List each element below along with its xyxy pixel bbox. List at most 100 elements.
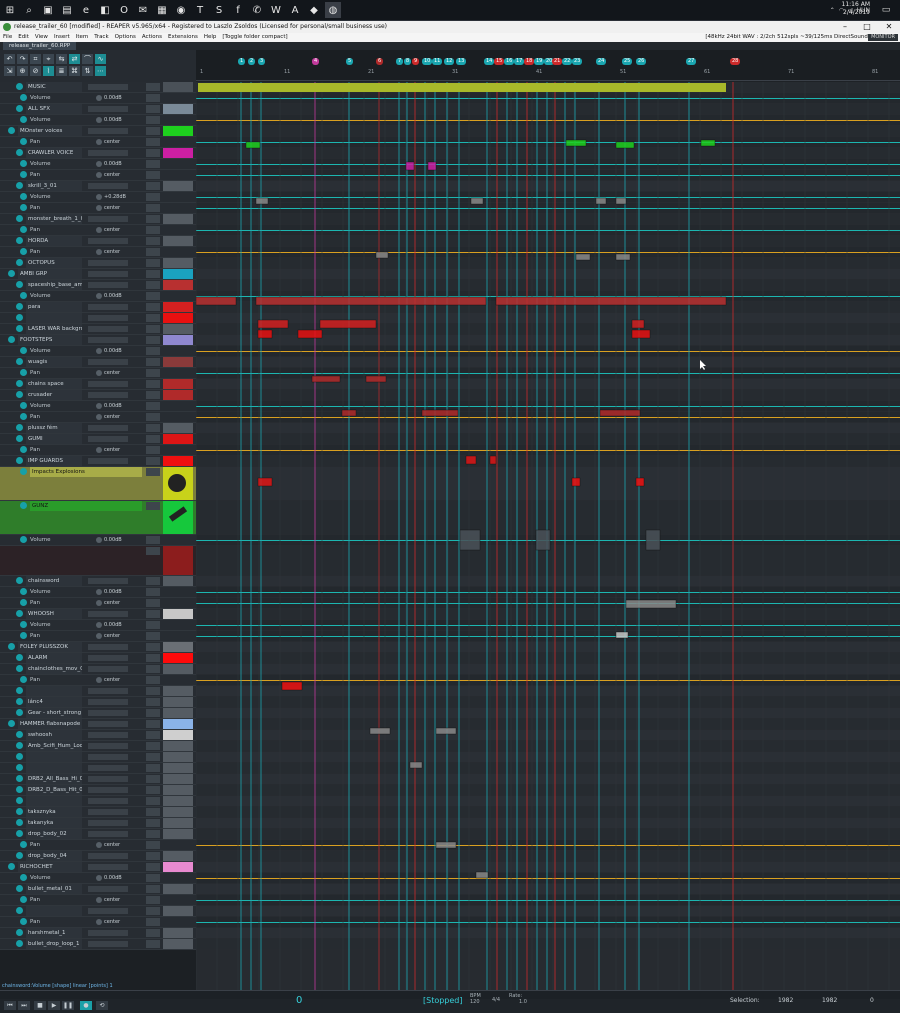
volume-fader[interactable]: [88, 359, 128, 365]
envelope-lane[interactable]: Pan center: [0, 247, 196, 258]
file-explorer-icon[interactable]: ▤: [59, 2, 75, 18]
media-item[interactable]: [625, 599, 677, 609]
track-lane[interactable]: [196, 642, 900, 652]
envelope-value[interactable]: center: [104, 170, 126, 180]
mute-solo-buttons[interactable]: [146, 259, 160, 267]
mute-solo-buttons[interactable]: [146, 94, 160, 102]
track-name[interactable]: chains space: [26, 379, 82, 389]
teams-icon[interactable]: T: [192, 2, 208, 18]
track-color-swatch[interactable]: [163, 774, 193, 784]
record-arm-icon[interactable]: [16, 797, 23, 804]
menu-item[interactable]: Actions: [139, 33, 165, 42]
menu-item[interactable]: File: [0, 33, 15, 42]
volume-fader[interactable]: [88, 150, 128, 156]
track-lane[interactable]: [196, 501, 900, 534]
volume-fader[interactable]: [88, 743, 128, 749]
mute-solo-buttons[interactable]: [146, 830, 160, 838]
track-row[interactable]: FOLEY PLUSSZOK: [0, 642, 196, 653]
track-color-swatch[interactable]: [163, 379, 193, 389]
timeline-ruler[interactable]: 1 2 3 4 5 6 7 8 9 10 11 12 13 14 15 16 17 18 19 20 21 22 23 24 2…: [196, 50, 900, 81]
audio-device-status[interactable]: [48kHz 24bit WAV : 2/2ch 512spls ~39/125…: [705, 33, 870, 42]
mute-solo-buttons[interactable]: [146, 621, 160, 629]
notification-icon[interactable]: ▭: [872, 0, 900, 20]
track-color-swatch[interactable]: [163, 467, 193, 500]
menu-item[interactable]: Item: [73, 33, 92, 42]
track-row[interactable]: lánc4: [0, 697, 196, 708]
volume-fader[interactable]: [88, 436, 128, 442]
record-arm-icon[interactable]: [16, 424, 23, 431]
track-lane[interactable]: [196, 576, 900, 586]
volume-fader[interactable]: [88, 688, 128, 694]
region-marker[interactable]: 2: [248, 58, 256, 65]
region-marker[interactable]: 7: [396, 58, 404, 65]
mute-solo-buttons[interactable]: [146, 413, 160, 421]
mute-solo-buttons[interactable]: [146, 720, 160, 728]
position-display[interactable]: 0: [296, 995, 302, 1006]
mute-solo-buttons[interactable]: [146, 588, 160, 596]
envelope-value[interactable]: center: [104, 840, 126, 850]
track-row[interactable]: bullet_metal_01: [0, 884, 196, 895]
track-row[interactable]: CRAWLER VOICE: [0, 148, 196, 159]
track-color-swatch[interactable]: [163, 829, 193, 839]
track-row[interactable]: spaceship_base_ambience: [0, 280, 196, 291]
record-arm-icon[interactable]: [8, 863, 15, 870]
record-arm-icon[interactable]: [16, 698, 23, 705]
envelope-knob[interactable]: [96, 537, 102, 543]
record-arm-icon[interactable]: [20, 160, 27, 167]
record-arm-icon[interactable]: [16, 709, 23, 716]
media-item[interactable]: [435, 727, 457, 735]
record-arm-icon[interactable]: [20, 536, 27, 543]
envelope-value[interactable]: center: [104, 598, 126, 608]
language-indicator[interactable]: HUN: [857, 7, 870, 14]
track-name[interactable]: bullet_drop_loop_1: [26, 939, 82, 949]
toolbar-button[interactable]: ⌖: [43, 54, 54, 64]
track-color-swatch[interactable]: [163, 104, 193, 114]
selection-start[interactable]: 1982: [778, 997, 793, 1004]
envelope-knob[interactable]: [96, 293, 102, 299]
track-name[interactable]: spaceship_base_ambience: [26, 280, 82, 290]
track-name[interactable]: CRAWLER VOICE: [26, 148, 82, 158]
track-color-swatch[interactable]: [163, 752, 193, 762]
track-lane[interactable]: [196, 181, 900, 191]
menu-item[interactable]: View: [32, 33, 51, 42]
track-row[interactable]: LASER WAR background: [0, 324, 196, 335]
media-item[interactable]: [409, 761, 423, 769]
toolbar-button[interactable]: ⇆: [56, 54, 67, 64]
envelope-lane[interactable]: Pan center: [0, 368, 196, 379]
record-arm-icon[interactable]: [20, 116, 27, 123]
pause-icon[interactable]: ❚❚: [62, 1001, 74, 1010]
mute-solo-buttons[interactable]: [146, 424, 160, 432]
mute-solo-buttons[interactable]: [146, 874, 160, 882]
track-name[interactable]: taksznyka: [26, 807, 82, 817]
edge-icon[interactable]: e: [78, 2, 94, 18]
track-color-swatch[interactable]: [163, 335, 193, 345]
mute-solo-buttons[interactable]: [146, 502, 160, 510]
track-color-swatch[interactable]: [163, 390, 193, 400]
track-name[interactable]: harshmetal_1: [26, 928, 82, 938]
media-item[interactable]: [599, 409, 641, 417]
media-item[interactable]: [245, 141, 261, 149]
go-to-start-icon[interactable]: ⏮: [4, 1001, 16, 1010]
track-lane[interactable]: [196, 546, 900, 575]
track-color-swatch[interactable]: [163, 280, 193, 290]
region-marker[interactable]: 14: [484, 58, 495, 65]
track-name[interactable]: [26, 686, 82, 696]
envelope-knob[interactable]: [96, 161, 102, 167]
region-marker[interactable]: 13: [456, 58, 467, 65]
record-arm-icon[interactable]: [20, 369, 27, 376]
media-item[interactable]: [365, 375, 387, 383]
envelope-value[interactable]: center: [104, 631, 126, 641]
track-name[interactable]: Impacts Explosions: [30, 467, 142, 477]
mute-solo-buttons[interactable]: [146, 248, 160, 256]
envelope-knob[interactable]: [96, 447, 102, 453]
menu-item[interactable]: Options: [112, 33, 139, 42]
volume-fader[interactable]: [88, 578, 128, 584]
envelope-value[interactable]: 0.00dB: [104, 587, 126, 597]
record-arm-icon[interactable]: [20, 248, 27, 255]
record-arm-icon[interactable]: [20, 632, 27, 639]
region-marker[interactable]: 27: [686, 58, 697, 65]
track-name[interactable]: crusader: [26, 390, 82, 400]
volume-fader[interactable]: [88, 765, 128, 771]
track-row[interactable]: DRB2_All_Bass_Hi_01: [0, 774, 196, 785]
envelope-value[interactable]: center: [104, 137, 126, 147]
